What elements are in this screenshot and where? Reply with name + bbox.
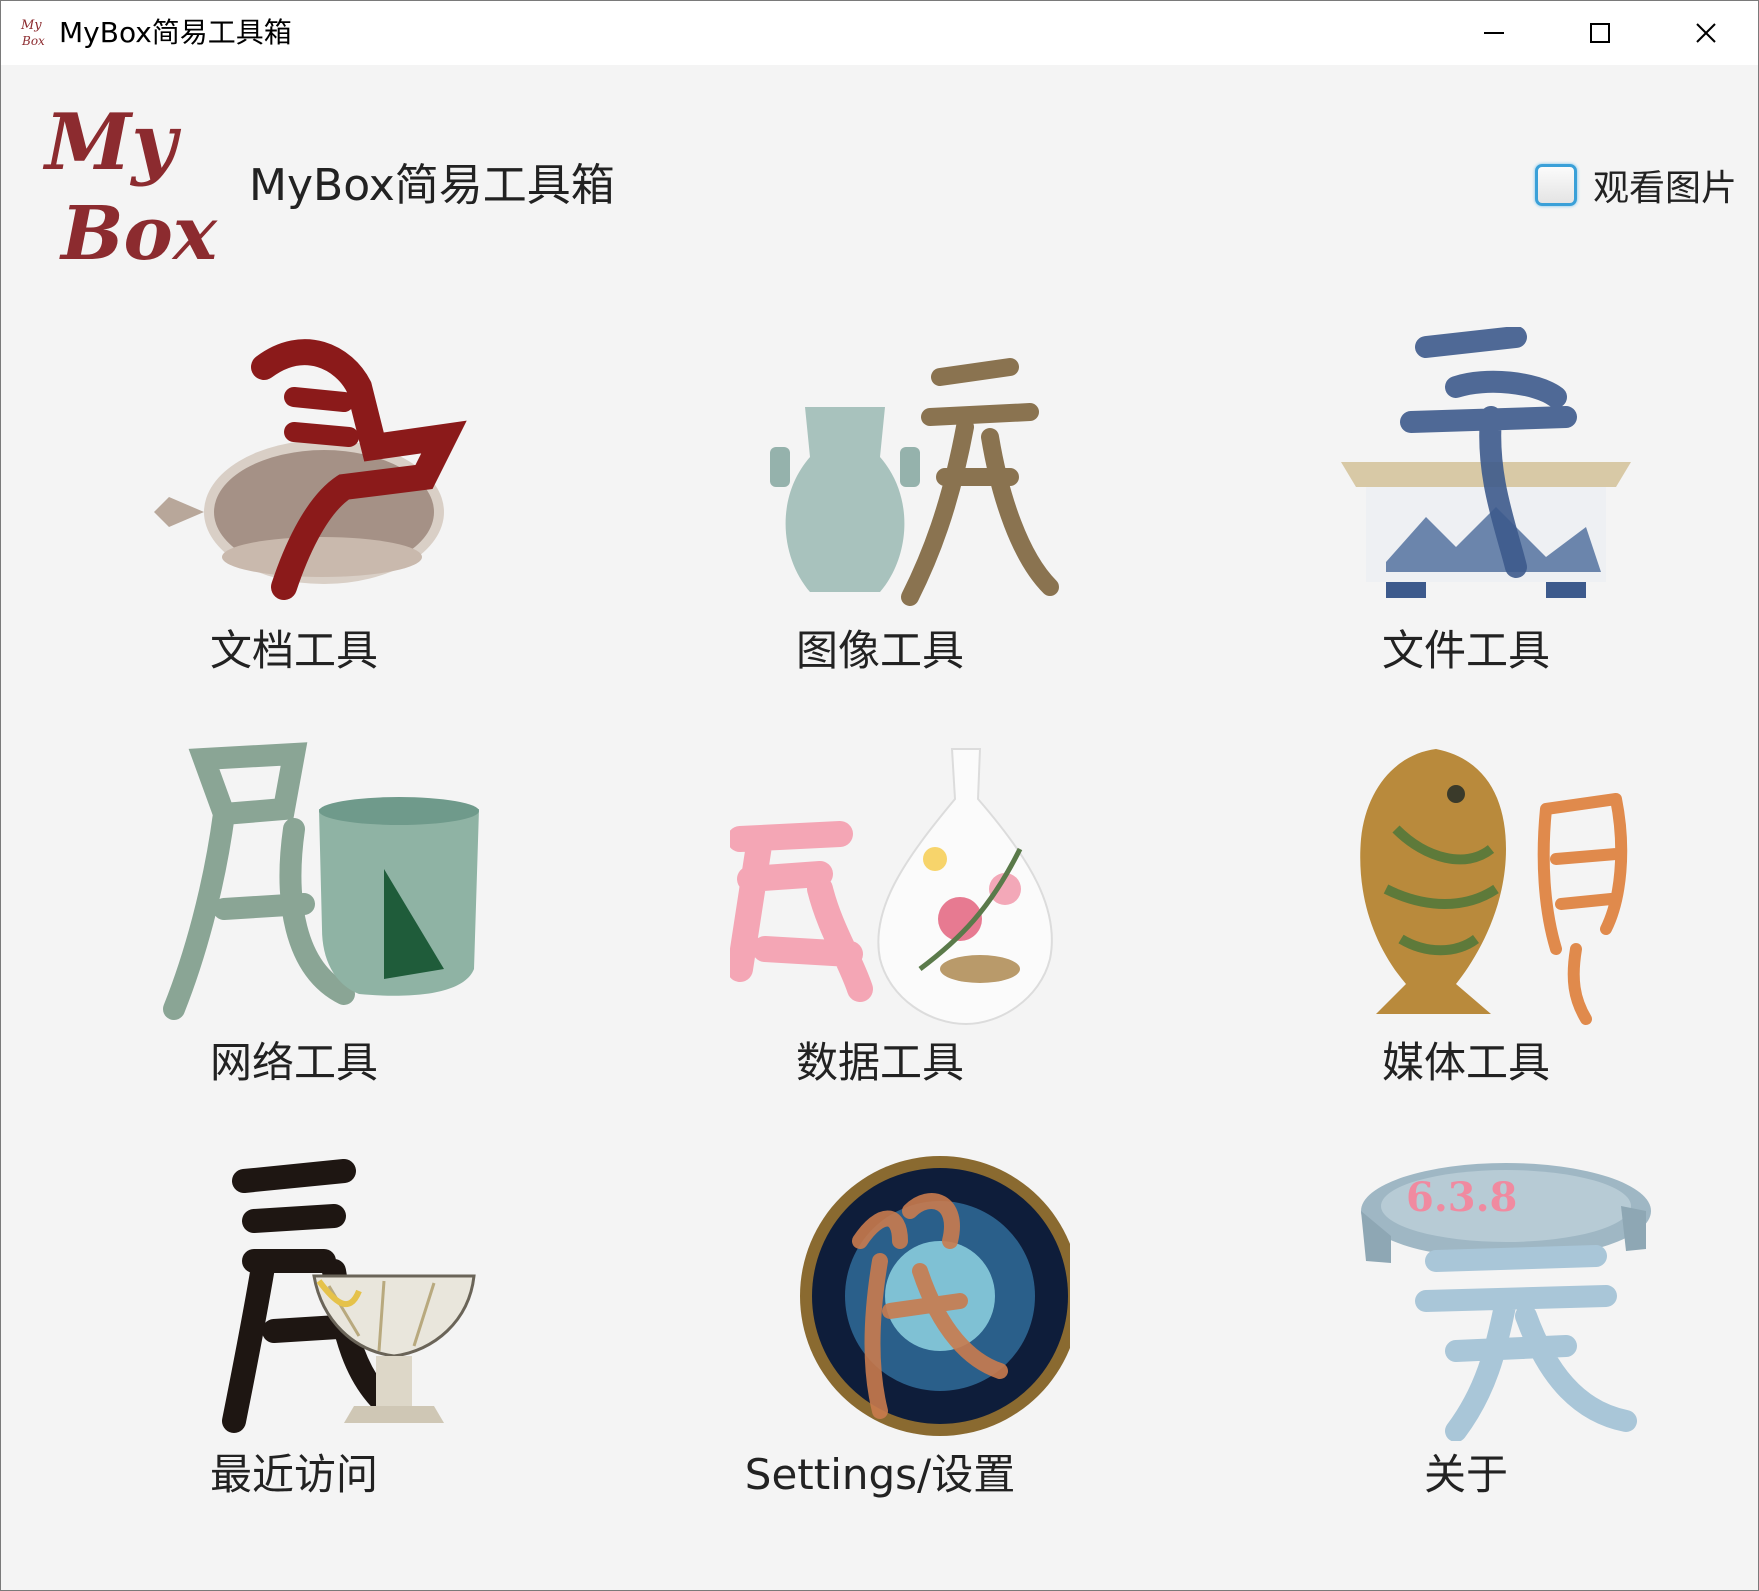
tile-label: 关于 (1423, 1450, 1508, 1499)
tile-about[interactable]: 6.3.8 关于 (1256, 1151, 1676, 1521)
logo-text-box: Box (59, 191, 218, 277)
window-title: MyBox简易工具箱 (59, 16, 292, 49)
celadon-jar-icon (163, 742, 479, 1020)
app-logo-box: Box (21, 34, 45, 48)
famille-rose-vase-icon (730, 748, 1053, 1026)
tile-recent-access[interactable]: 最近访问 (84, 1151, 504, 1521)
blue-white-planter-icon (1341, 327, 1631, 598)
page-title: MyBox简易工具箱 (249, 160, 615, 211)
close-button[interactable] (1653, 1, 1758, 65)
minimize-button[interactable] (1441, 1, 1547, 65)
tile-file-tools[interactable]: 文件工具 (1256, 327, 1676, 697)
celadon-vase-icon (770, 358, 1059, 606)
tile-data-tools[interactable]: 数据工具 (670, 739, 1090, 1109)
porcelain-ewer-icon (154, 339, 467, 600)
app-logo-icon: My Box (20, 18, 45, 48)
version-label: 6.3.8 (1406, 1174, 1517, 1221)
app-logo-my: My (20, 18, 42, 33)
title-bar[interactable]: My Box MyBox简易工具箱 (1, 1, 1758, 65)
mybox-logo: My Box (42, 97, 218, 277)
tenmoku-bowl-icon (800, 1156, 1070, 1436)
tile-label: 图像工具 (795, 626, 964, 675)
ru-ware-dish-icon: 6.3.8 (1361, 1163, 1651, 1441)
maximize-icon (1590, 23, 1610, 43)
view-images-toggle[interactable]: 观看图片 (1535, 159, 1737, 211)
tile-settings[interactable]: Settings/设置 (670, 1151, 1090, 1521)
view-images-label: 观看图片 (1593, 168, 1738, 209)
tile-media-tools[interactable]: 媒体工具 (1256, 739, 1676, 1109)
crackle-stem-cup-icon (222, 1159, 476, 1433)
close-icon (1696, 23, 1716, 43)
view-images-checkbox[interactable] (1535, 164, 1577, 206)
tile-label: 文档工具 (209, 626, 378, 675)
tile-label: Settings/设置 (744, 1450, 1016, 1499)
minimize-icon (1484, 32, 1504, 34)
tile-label: 最近访问 (209, 1450, 378, 1499)
fish-vase-icon (1360, 749, 1628, 1025)
tile-label: 文件工具 (1381, 626, 1550, 675)
tile-label: 数据工具 (795, 1038, 964, 1087)
logo-text-my: My (42, 97, 181, 188)
app-window: My Box MyBox简易工具箱 My Box MyBox简易工具箱 观看图片 (0, 0, 1759, 1591)
tile-image-tools[interactable]: 图像工具 (670, 327, 1090, 697)
tile-document-tools[interactable]: 文档工具 (84, 327, 504, 697)
maximize-button[interactable] (1547, 1, 1653, 65)
tile-label: 网络工具 (209, 1038, 378, 1087)
tile-label: 媒体工具 (1381, 1038, 1550, 1087)
tile-network-tools[interactable]: 网络工具 (84, 739, 504, 1109)
